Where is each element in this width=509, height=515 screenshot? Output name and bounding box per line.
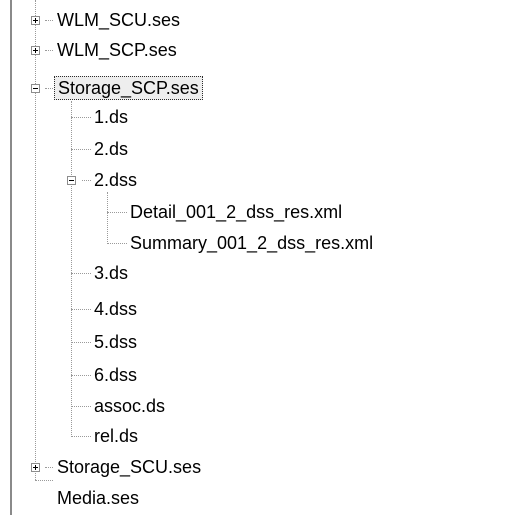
tree-connector-wlm-scu: [45, 20, 53, 21]
tree-item-6dss[interactable]: 6.dss: [91, 362, 140, 388]
file-tree-view[interactable]: WLM_SCU.ses WLM_SCP.ses Storage_SCP.ses …: [0, 0, 509, 515]
tree-item-storage-scp[interactable]: Storage_SCP.ses: [54, 75, 203, 101]
tree-connector-storage-scu: [45, 467, 53, 468]
tree-connector-root-vertical: [35, 0, 36, 480]
tree-connector-1ds: [71, 117, 91, 118]
tree-item-label: Media.ses: [57, 488, 140, 508]
tree-item-rel-ds[interactable]: rel.ds: [91, 423, 141, 449]
tree-item-media[interactable]: Media.ses: [54, 485, 142, 511]
tree-item-label: 1.ds: [94, 107, 129, 127]
tree-item-label: 6.dss: [94, 365, 138, 385]
tree-item-label: Detail_001_2_dss_res.xml: [130, 202, 343, 222]
tree-item-wlm-scp[interactable]: WLM_SCP.ses: [54, 37, 180, 63]
tree-connector-media: [35, 480, 53, 481]
tree-item-assoc-ds[interactable]: assoc.ds: [91, 393, 168, 419]
tree-connector-storage-scp-vertical: [71, 101, 72, 435]
tree-connector-detail-xml: [107, 212, 127, 213]
collapse-storage-scp-icon[interactable]: [31, 84, 40, 93]
tree-connector-rel-ds: [71, 436, 91, 437]
expand-wlm-scu-icon[interactable]: [31, 16, 40, 25]
tree-item-label: 2.dss: [94, 170, 138, 190]
tree-item-5dss[interactable]: 5.dss: [91, 329, 140, 355]
tree-connector-wlm-scp: [45, 50, 53, 51]
tree-connector-3ds: [71, 273, 91, 274]
tree-item-detail-xml[interactable]: Detail_001_2_dss_res.xml: [127, 199, 345, 225]
tree-item-label: rel.ds: [94, 426, 139, 446]
tree-item-label: WLM_SCP.ses: [57, 40, 177, 60]
tree-item-label: 5.dss: [94, 332, 138, 352]
tree-item-label: Summary_001_2_dss_res.xml: [130, 233, 374, 253]
tree-item-summary-xml[interactable]: Summary_001_2_dss_res.xml: [127, 230, 376, 256]
tree-connector-2dss: [82, 180, 91, 181]
tree-connector-2ds: [71, 149, 91, 150]
tree-item-label: 4.dss: [94, 299, 138, 319]
tree-item-2ds[interactable]: 2.ds: [91, 136, 131, 162]
tree-connector-storage-scp: [45, 88, 53, 89]
tree-item-label: WLM_SCU.ses: [57, 10, 181, 30]
tree-connector-5dss: [71, 342, 91, 343]
tree-item-label: Storage_SCU.ses: [57, 457, 202, 477]
tree-item-4dss[interactable]: 4.dss: [91, 296, 140, 322]
tree-left-border: [10, 0, 12, 515]
tree-item-wlm-scu[interactable]: WLM_SCU.ses: [54, 7, 183, 33]
tree-item-storage-scu[interactable]: Storage_SCU.ses: [54, 454, 204, 480]
tree-item-label: assoc.ds: [94, 396, 166, 416]
tree-item-3ds[interactable]: 3.ds: [91, 260, 131, 286]
tree-connector-4dss: [71, 309, 91, 310]
tree-connector-6dss: [71, 375, 91, 376]
tree-item-1ds[interactable]: 1.ds: [91, 104, 131, 130]
tree-connector-summary-xml: [107, 243, 127, 244]
collapse-2dss-icon[interactable]: [67, 176, 76, 185]
tree-item-2dss[interactable]: 2.dss: [91, 167, 140, 193]
selected-tree-item-label: Storage_SCP.ses: [54, 76, 203, 100]
expand-storage-scu-icon[interactable]: [31, 463, 40, 472]
tree-item-label: 2.ds: [94, 139, 129, 159]
tree-connector-2dss-vertical: [107, 192, 108, 244]
expand-wlm-scp-icon[interactable]: [31, 46, 40, 55]
tree-connector-assoc-ds: [71, 406, 91, 407]
tree-item-label: 3.ds: [94, 263, 129, 283]
